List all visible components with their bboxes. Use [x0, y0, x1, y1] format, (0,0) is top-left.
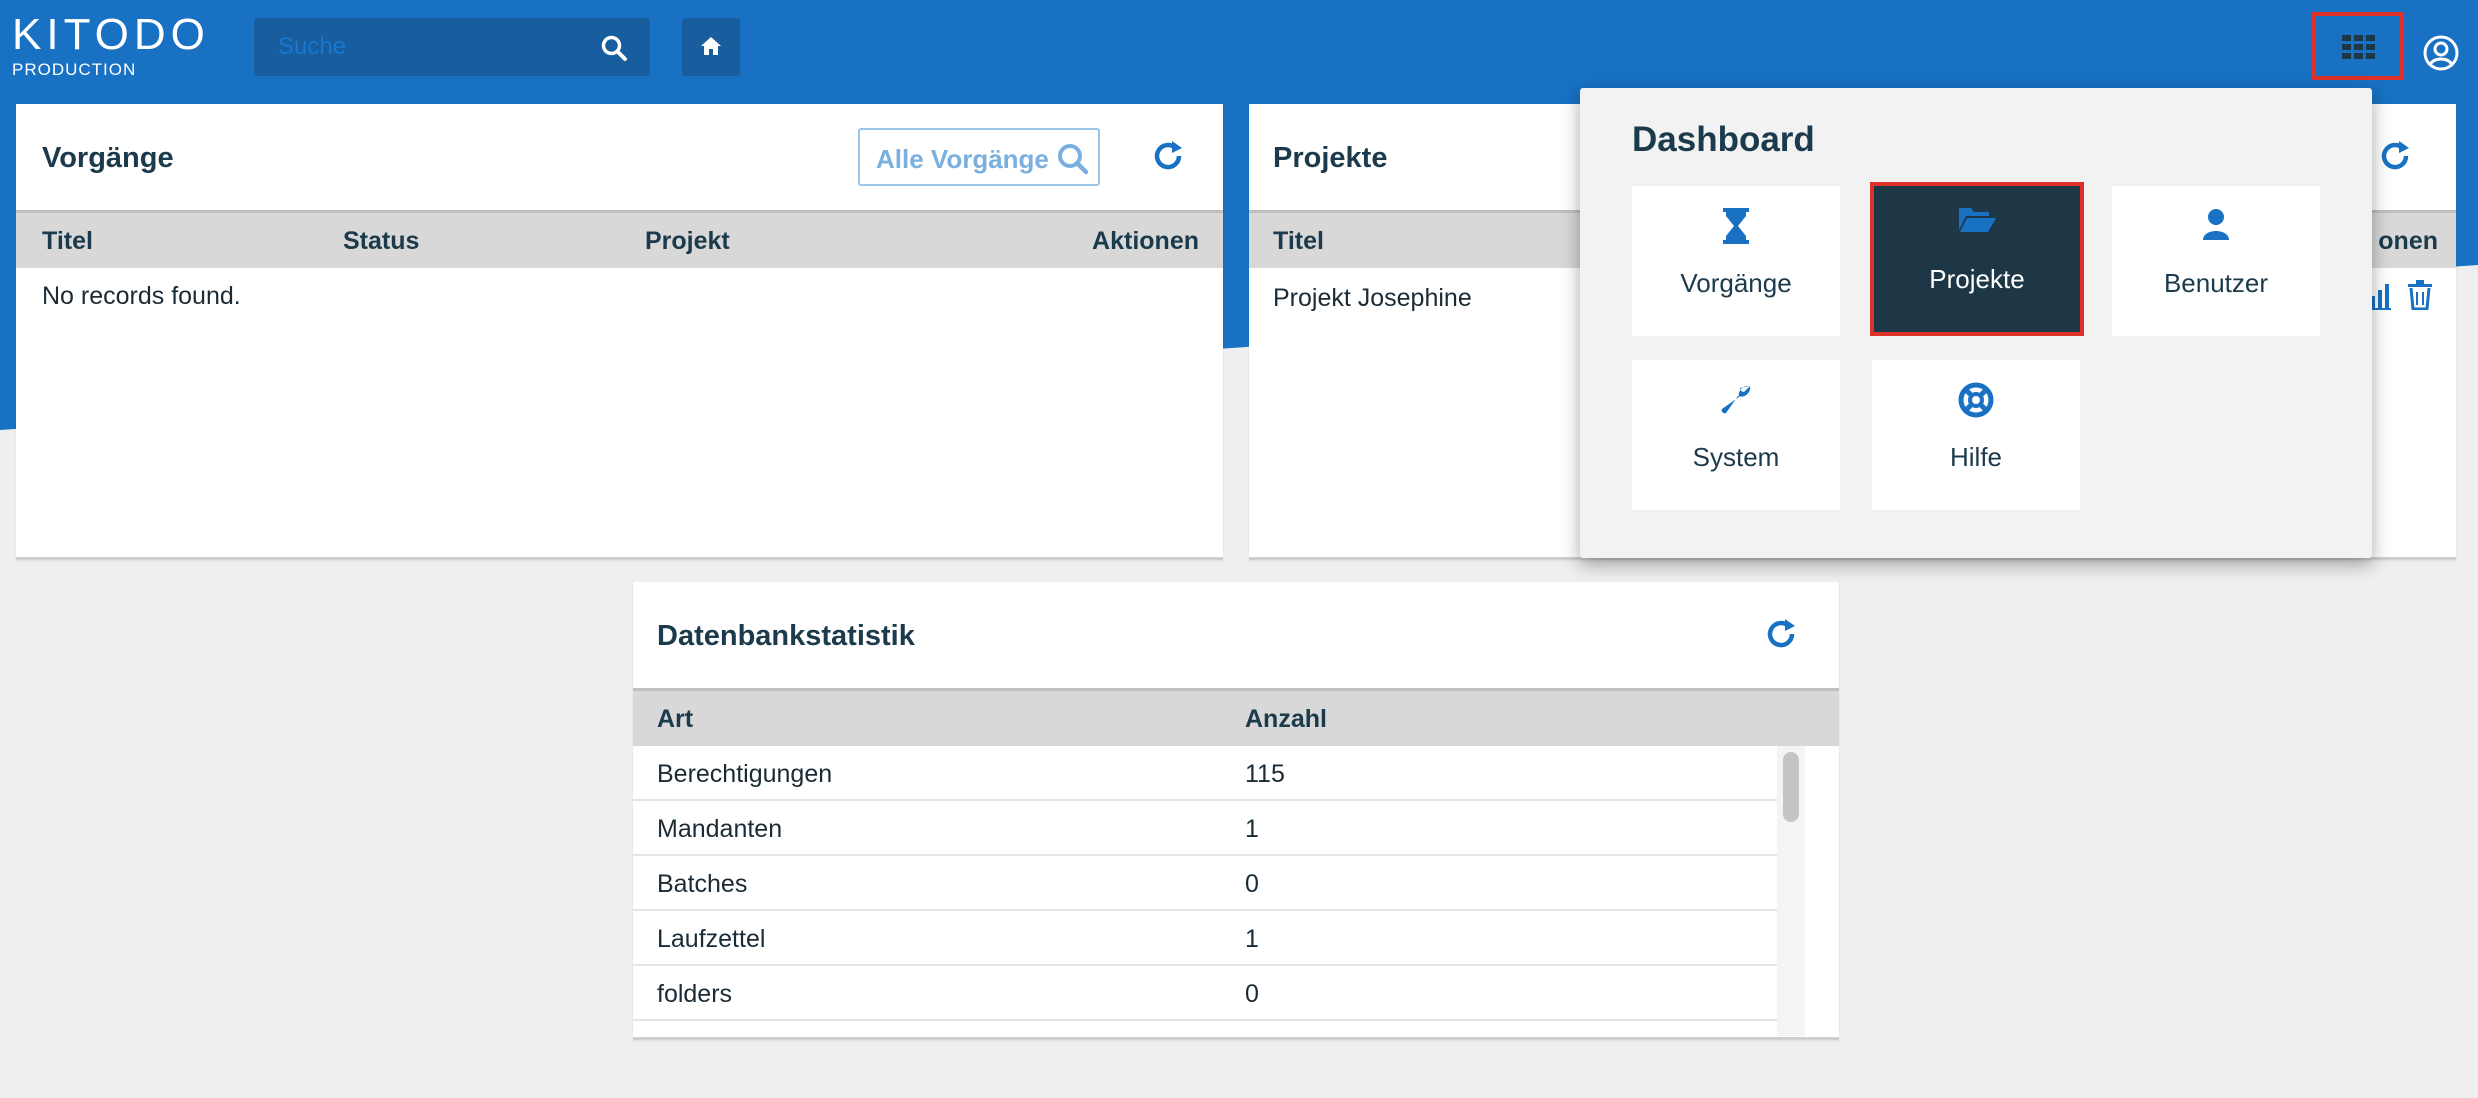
row-count: 115	[1245, 760, 1285, 788]
search-input[interactable]	[254, 18, 584, 76]
column-header-art[interactable]: Art	[657, 705, 693, 734]
row-type: folders	[657, 980, 733, 1008]
row-count: 0	[1245, 870, 1259, 898]
column-header-aktionen: onen	[2378, 227, 2438, 255]
scrollbar-thumb[interactable]	[1783, 752, 1799, 822]
processes-panel-title: Vorgänge	[42, 142, 174, 174]
projects-panel-title: Projekte	[1273, 142, 1388, 174]
dashboard-tile-vorgaenge[interactable]: Vorgänge	[1632, 186, 1840, 336]
search-icon[interactable]	[600, 34, 628, 62]
all-processes-filter-button[interactable]: Alle Vorgänge	[858, 128, 1100, 186]
table-row: Laufzettel 1	[633, 911, 1777, 966]
row-type: Mandanten	[657, 815, 783, 843]
dashboard-title: Dashboard	[1632, 120, 1815, 159]
dashboard-tile-benutzer[interactable]: Benutzer	[2112, 186, 2320, 336]
refresh-icon[interactable]	[1150, 138, 1186, 174]
search-box	[254, 18, 650, 76]
column-header-anzahl[interactable]: Anzahl	[1245, 705, 1327, 734]
statistics-icon[interactable]	[2369, 282, 2391, 310]
column-header-titel[interactable]: Titel	[42, 227, 93, 256]
table-row: folders 0	[633, 966, 1777, 1021]
tile-label: Vorgänge	[1680, 268, 1792, 298]
home-icon	[701, 37, 721, 55]
refresh-icon[interactable]	[1763, 616, 1799, 652]
filter-button-label: Alle Vorgänge	[876, 144, 1049, 174]
table-row: Berechtigungen 115	[633, 746, 1777, 801]
dashboard-tile-hilfe[interactable]: Hilfe	[1872, 360, 2080, 510]
tile-label: Benutzer	[2163, 268, 2269, 298]
tile-label: Projekte	[1929, 264, 2025, 294]
lifebuoy-icon	[1958, 382, 1994, 418]
home-button[interactable]	[682, 18, 740, 76]
dashboard-tile-system[interactable]: System	[1632, 360, 1840, 510]
empty-message: No records found.	[42, 282, 241, 310]
table-row: Batches 0	[633, 856, 1777, 911]
statistics-table-header: Art Anzahl	[633, 688, 1839, 746]
folder-open-icon	[1959, 208, 1996, 232]
row-count: 1	[1245, 925, 1259, 953]
grid-icon	[2342, 35, 2375, 59]
table-row: Mandanten 1	[633, 801, 1777, 856]
project-row-title[interactable]: Projekt Josephine	[1273, 284, 1472, 313]
row-count: 0	[1245, 980, 1259, 1008]
trash-icon[interactable]	[2407, 280, 2433, 310]
dashboard-menu: Dashboard Vorgänge Projekte Benutzer Sys…	[1580, 88, 2372, 558]
statistics-panel-title: Datenbankstatistik	[657, 620, 915, 652]
row-count: 1	[1245, 815, 1259, 843]
database-statistics-panel: Datenbankstatistik Art Anzahl Berechtigu…	[633, 582, 1839, 1040]
dashboard-tile-projekte[interactable]: Projekte	[1870, 182, 2084, 336]
column-header-aktionen: Aktionen	[1092, 227, 1199, 255]
logo-sub-text: PRODUCTION	[12, 60, 137, 79]
user-icon	[2203, 209, 2229, 240]
refresh-icon[interactable]	[2377, 138, 2413, 174]
search-icon	[1058, 144, 1089, 175]
row-type: Berechtigungen	[657, 760, 833, 788]
logo-main-text: KITODO	[12, 10, 210, 59]
wrench-icon	[1721, 385, 1751, 414]
tile-label: System	[1692, 442, 1780, 472]
column-header-status[interactable]: Status	[343, 227, 419, 256]
column-header-titel[interactable]: Titel	[1273, 227, 1324, 256]
column-header-projekt[interactable]: Projekt	[645, 227, 730, 256]
row-type: Laufzettel	[657, 925, 766, 953]
tile-label: Hilfe	[1949, 442, 2002, 472]
kitodo-logo[interactable]: KITODO PRODUCTION	[12, 10, 210, 82]
hourglass-icon	[1723, 208, 1749, 244]
apps-menu-button[interactable]	[2312, 12, 2404, 80]
user-account-icon[interactable]	[2422, 34, 2460, 72]
row-type: Batches	[657, 870, 748, 898]
processes-table-header: Titel Status Projekt Aktionen	[16, 210, 1223, 268]
